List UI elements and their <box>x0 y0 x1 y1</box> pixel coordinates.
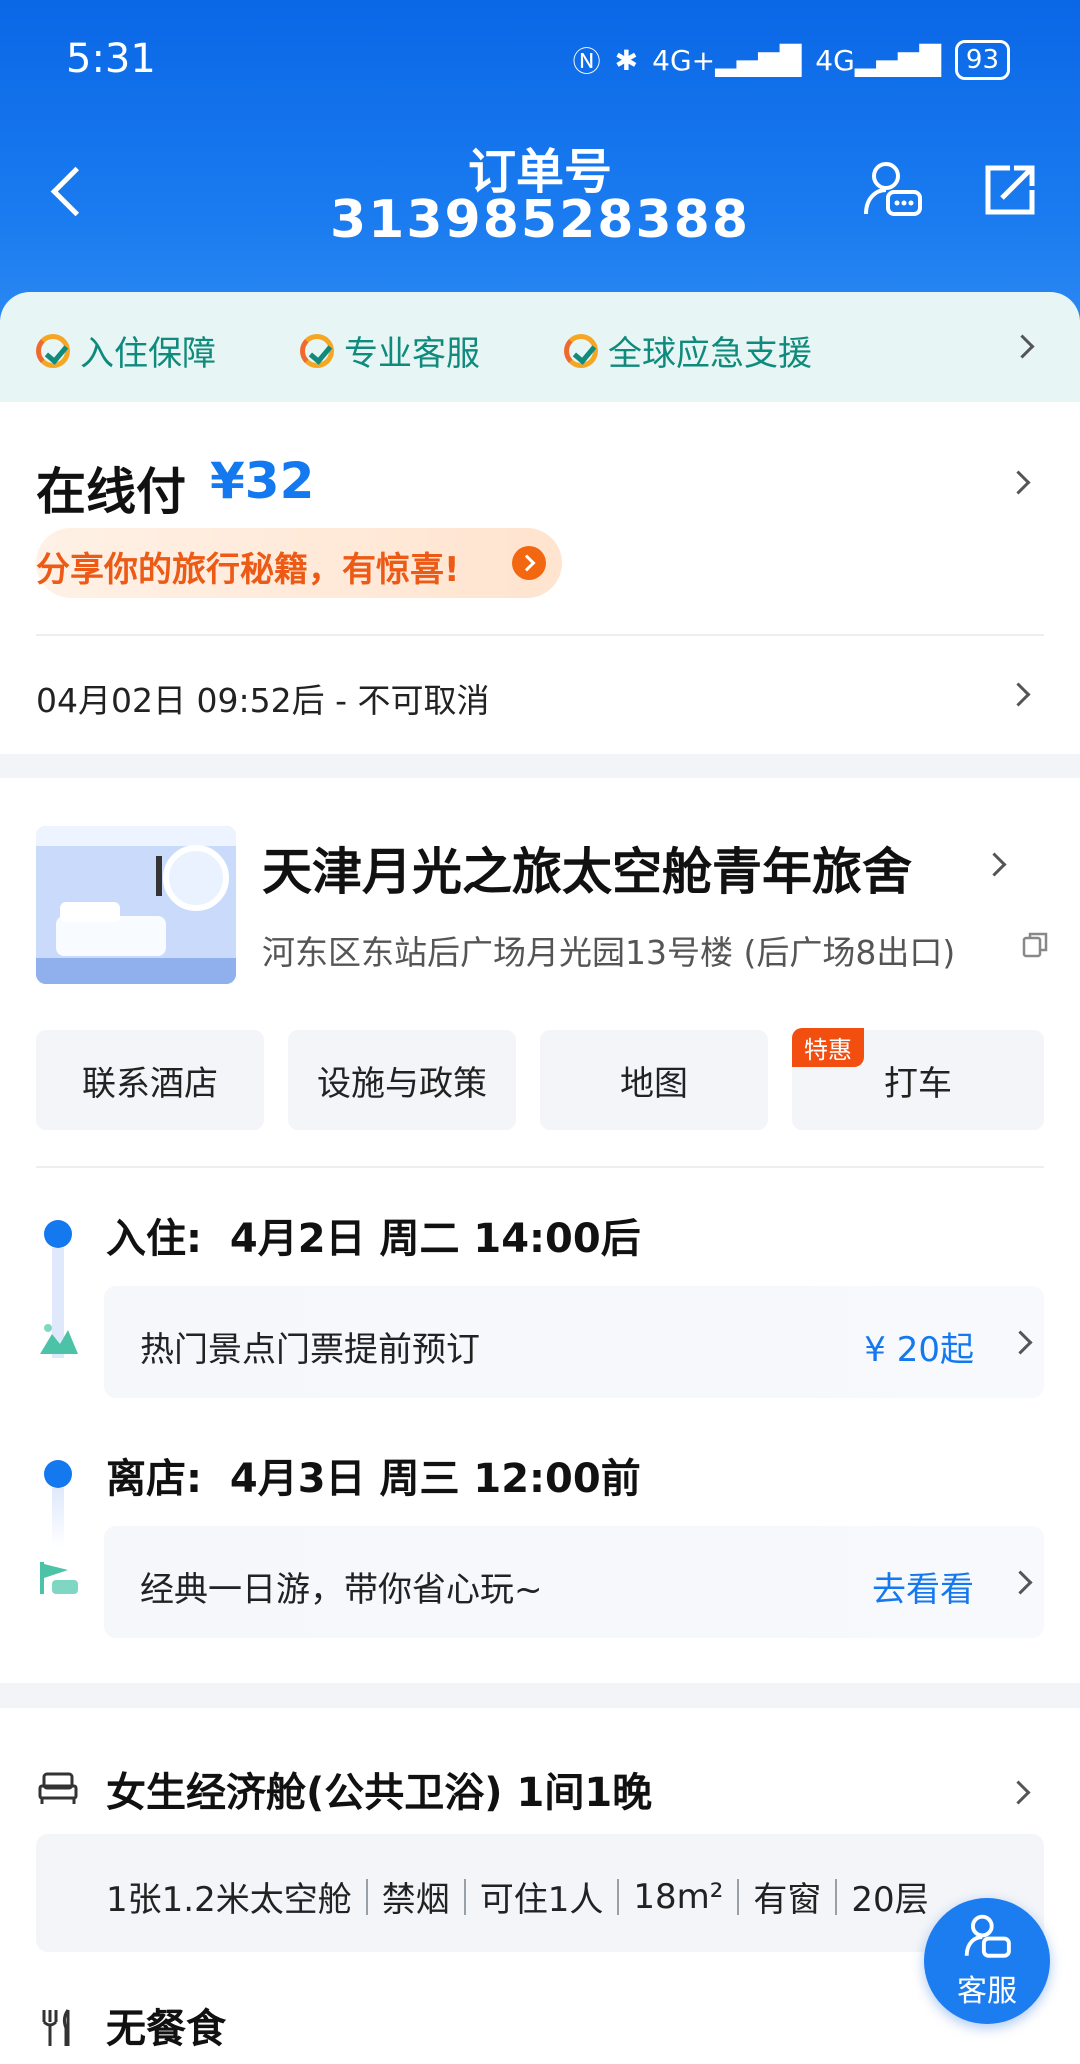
guarantee-item-emergency: 全球应急支援 <box>564 326 812 375</box>
floating-customer-service-button[interactable]: 客服 <box>924 1898 1050 2024</box>
chevron-right-icon <box>1006 682 1031 707</box>
mountain-icon <box>40 1324 78 1354</box>
floating-cs-label: 客服 <box>957 1974 1017 2009</box>
nfc-icon: Ⓝ <box>572 45 601 78</box>
chevron-right-icon <box>1006 1780 1031 1805</box>
chevron-right-icon <box>982 852 1007 877</box>
payment-label: 在线付 <box>36 463 186 521</box>
contact-hotel-button[interactable]: 联系酒店 <box>36 1030 264 1130</box>
chevron-right-icon <box>1008 1330 1033 1355</box>
signal-icon-1: 4G+▂▄▆█ <box>652 43 802 77</box>
chevron-right-icon <box>1006 470 1031 495</box>
spec-occupancy: 可住1人 <box>479 1880 604 1920</box>
guarantee-strip[interactable]: 入住保障 专业客服 全球应急支援 <box>0 292 1080 402</box>
tour-flag-icon <box>40 1562 78 1594</box>
arrow-circle-icon <box>512 546 546 580</box>
room-card[interactable]: 女生经济舱(公共卫浴) 1间1晚 1张1.2米太空舱 禁烟 可住1人 18m² … <box>0 1708 1080 2064</box>
bluetooth-icon: ✱ <box>614 43 639 77</box>
bed-icon <box>38 1772 78 1804</box>
payment-amount: ¥32 <box>210 452 315 510</box>
spec-window: 有窗 <box>753 1880 822 1920</box>
signal-icon-2: 4G▂▄▆█ <box>815 43 941 77</box>
utensils-icon <box>42 2009 70 2046</box>
share-icon[interactable] <box>980 160 1040 220</box>
checkin-row: 入住: 4月2日 周二 14:00后 <box>106 1216 641 1262</box>
payment-card[interactable]: 在线付 ¥32 分享你的旅行秘籍，有惊喜! 04月02日 09:52后 - 不可… <box>0 402 1080 754</box>
customer-service-icon[interactable] <box>860 158 924 222</box>
room-title: 女生经济舱(公共卫浴) 1间1晚 <box>106 1770 653 1816</box>
hotel-name[interactable]: 天津月光之旅太空舱青年旅舍 <box>262 832 912 904</box>
promo-tour-link: 去看看 <box>872 1570 974 1610</box>
room-specs: 1张1.2米太空舱 禁烟 可住1人 18m² 有窗 20层 <box>36 1834 1044 1952</box>
copy-icon[interactable] <box>1022 932 1048 958</box>
cancel-policy[interactable]: 04月02日 09:52后 - 不可取消 <box>36 674 489 722</box>
facilities-policy-button[interactable]: 设施与政策 <box>288 1030 516 1130</box>
promo-tour[interactable]: 经典一日游，带你省心玩~ 去看看 <box>104 1526 1044 1638</box>
spec-area: 18m² <box>633 1876 724 1917</box>
divider <box>36 1166 1044 1168</box>
checkout-dot <box>44 1460 72 1488</box>
separator <box>365 1878 368 1915</box>
room-specs-row: 1张1.2米太空舱 禁烟 可住1人 18m² 有窗 20层 <box>106 1872 929 1921</box>
hotel-address: 河东区东站后广场月光园13号楼 (后广场8出口) <box>262 933 956 972</box>
share-banner[interactable]: 分享你的旅行秘籍，有惊喜! <box>36 528 562 598</box>
taxi-button[interactable]: 特惠 打车 <box>792 1028 1044 1130</box>
hotel-thumbnail[interactable] <box>36 826 236 984</box>
check-badge-icon <box>36 333 70 368</box>
separator <box>835 1878 838 1915</box>
battery-icon: 93 <box>954 40 1010 80</box>
separator <box>463 1878 466 1915</box>
promo-tour-text: 经典一日游，带你省心玩~ <box>140 1570 543 1610</box>
guarantee-item-checkin: 入住保障 <box>36 326 216 375</box>
deal-badge: 特惠 <box>792 1028 864 1067</box>
check-badge-icon <box>564 333 598 368</box>
checkin-dot <box>44 1220 72 1248</box>
chevron-right-icon <box>1008 1570 1033 1595</box>
checkout-row: 离店: 4月3日 周三 12:00前 <box>106 1456 641 1502</box>
chevron-right-icon <box>1010 334 1035 359</box>
status-icons: Ⓝ ✱ 4G+▂▄▆█ 4G▂▄▆█ 93 <box>573 40 1010 80</box>
separator <box>617 1878 620 1915</box>
separator <box>737 1878 740 1915</box>
check-badge-icon <box>300 333 334 368</box>
promo-tickets-price: ¥ 20起 <box>864 1330 974 1370</box>
divider <box>36 634 1044 636</box>
timeline-line <box>52 1488 64 1548</box>
customer-service-icon <box>964 1914 1011 1958</box>
hotel-card: 天津月光之旅太空舱青年旅舍 河东区东站后广场月光园13号楼 (后广场8出口) 联… <box>0 778 1080 1683</box>
spec-bed: 1张1.2米太空舱 <box>106 1880 352 1920</box>
promo-tickets-text: 热门景点门票提前预订 <box>140 1330 480 1370</box>
header: 5:31 Ⓝ ✱ 4G+▂▄▆█ 4G▂▄▆█ 93 订单号 313985283… <box>0 0 1080 320</box>
spec-floor: 20层 <box>851 1880 929 1920</box>
spec-smoking: 禁烟 <box>381 1880 450 1920</box>
meal-info: 无餐食 <box>106 2006 226 2052</box>
guarantee-item-service: 专业客服 <box>300 326 480 375</box>
map-button[interactable]: 地图 <box>540 1030 768 1130</box>
promo-tickets[interactable]: 热门景点门票提前预订 ¥ 20起 <box>104 1286 1044 1398</box>
status-time: 5:31 <box>66 36 156 82</box>
share-banner-text: 分享你的旅行秘籍，有惊喜! <box>36 550 460 590</box>
